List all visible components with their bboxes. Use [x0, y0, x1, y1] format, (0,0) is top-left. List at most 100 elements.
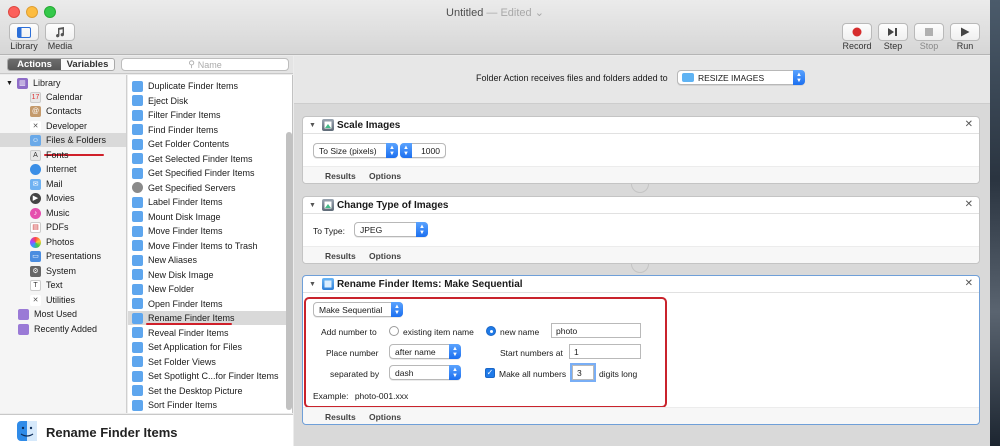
step-button[interactable] — [878, 23, 908, 41]
action-list-item[interactable]: Move Finder Items to Trash — [128, 239, 286, 253]
scale-mode-value: To Size (pixels) — [319, 145, 377, 156]
action-list-item[interactable]: Get Specified Finder Items — [128, 166, 286, 180]
sidebar-item-most-used[interactable]: Most Used — [18, 307, 77, 321]
results-button[interactable]: Results — [325, 412, 356, 422]
movies-icon: ▶ — [30, 192, 41, 204]
close-icon[interactable]: ✕ — [965, 119, 973, 130]
action-list-item[interactable]: Get Folder Contents — [128, 137, 286, 151]
action-list-label: Duplicate Finder Items — [148, 81, 239, 91]
search-input[interactable]: ⚲ Name — [121, 58, 289, 71]
action-header: ▼ Scale Images ✕ — [303, 117, 979, 134]
sidebar-item-contacts[interactable]: @ Contacts — [30, 104, 82, 118]
options-button[interactable]: Options — [369, 171, 401, 181]
action-list-item[interactable]: New Aliases — [128, 253, 286, 267]
chevron-updown-icon: ▲ ▼ — [386, 143, 398, 158]
library-button[interactable] — [9, 23, 39, 41]
disclosure-triangle-icon[interactable]: ▼ — [309, 202, 316, 209]
action-list-item[interactable]: Open Finder Items — [128, 297, 286, 311]
action-footer: Results Options — [303, 246, 979, 263]
action-list-item[interactable]: Find Finder Items — [128, 123, 286, 137]
disclosure-triangle-icon[interactable]: ▼ — [309, 122, 316, 129]
options-button[interactable]: Options — [369, 251, 401, 261]
disclosure-triangle-icon[interactable]: ▼ — [309, 281, 316, 288]
action-list-item[interactable]: Duplicate Finder Items — [128, 79, 286, 93]
finder-icon — [132, 283, 143, 295]
pdf-icon: ▤ — [30, 221, 41, 233]
actions-scrollbar[interactable] — [286, 132, 292, 410]
action-list-item[interactable]: Get Specified Servers — [128, 181, 286, 195]
action-list-label: Move Finder Items — [148, 226, 223, 236]
stop-button[interactable] — [914, 23, 944, 41]
chevron-down-icon[interactable]: ⌄ — [535, 7, 544, 19]
folder-popup[interactable]: RESIZE IMAGES ▲ ▼ — [677, 70, 805, 85]
action-list-label: Label Finder Items — [148, 197, 223, 207]
library-root[interactable]: ▼ ▥ Library — [6, 76, 60, 90]
tab-actions[interactable]: Actions — [8, 59, 61, 70]
action-list-item[interactable]: Set Folder Views — [128, 355, 286, 369]
action-list-item[interactable]: Label Finder Items — [128, 195, 286, 209]
sidebar-item-recently-added[interactable]: Recently Added — [18, 322, 97, 336]
media-button[interactable] — [45, 23, 75, 41]
options-button[interactable]: Options — [369, 412, 401, 422]
finder-icon: ☺ — [30, 134, 41, 146]
sidebar-item-files-folders[interactable]: ☺ Files & Folders — [0, 133, 126, 147]
close-icon[interactable]: ✕ — [965, 278, 973, 289]
edited-status[interactable]: — Edited — [486, 7, 531, 19]
finder-icon — [132, 269, 143, 280]
sidebar-item-text[interactable]: T Text — [30, 278, 63, 292]
sidebar-item-label: Calendar — [46, 92, 83, 102]
scale-size-field[interactable]: ▲ ▼ 1000 — [400, 143, 446, 158]
finder-icon — [321, 278, 334, 290]
results-button[interactable]: Results — [325, 251, 356, 261]
sidebar-item-label: Presentations — [46, 251, 102, 261]
action-list-item[interactable]: Set the Desktop Picture — [128, 384, 286, 398]
sidebar-item-presentations[interactable]: ▭ Presentations — [30, 249, 101, 263]
window-title-text: Untitled — [446, 7, 484, 19]
sidebar-item-internet[interactable]: Internet — [30, 162, 77, 176]
smart-folder-icon — [18, 308, 29, 320]
sidebar-item-calendar[interactable]: 17 Calendar — [30, 90, 83, 104]
finder-icon — [132, 341, 143, 353]
actions-variables-toggle: Actions Variables — [7, 58, 115, 71]
action-list-item[interactable]: Set Spotlight C...for Finder Items — [128, 369, 286, 383]
sidebar-item-mail[interactable]: ✉ Mail — [30, 177, 63, 191]
action-list-item[interactable]: Set Application for Files — [128, 340, 286, 354]
music-note-icon — [56, 27, 65, 38]
action-list-label: New Aliases — [148, 255, 198, 265]
action-list-label: Rename Finder Items — [148, 313, 235, 323]
close-icon[interactable]: ✕ — [965, 199, 973, 210]
action-list-item[interactable]: Mount Disk Image — [128, 210, 286, 224]
sidebar-item-photos[interactable]: Photos — [30, 235, 74, 249]
run-button[interactable] — [950, 23, 980, 41]
sidebar-item-music[interactable]: ♪ Music — [30, 206, 70, 220]
sidebar-item-label: System — [46, 266, 77, 276]
scale-size-value: 1000 — [421, 145, 440, 156]
sidebar-item-movies[interactable]: ▶ Movies — [30, 191, 75, 205]
action-list-item[interactable]: Get Selected Finder Items — [128, 152, 286, 166]
sidebar-item-developer[interactable]: ✕ Developer — [30, 119, 87, 133]
sidebar-item-label: Text — [46, 280, 63, 290]
finder-icon — [132, 327, 143, 338]
action-list-item[interactable]: New Disk Image — [128, 268, 286, 282]
action-list-item[interactable]: Move Finder Items — [128, 224, 286, 238]
action-list-item[interactable]: Eject Disk — [128, 94, 286, 108]
tab-variables[interactable]: Variables — [61, 59, 114, 70]
finder-icon — [132, 240, 143, 251]
action-list-item[interactable]: Reveal Finder Items — [128, 326, 286, 340]
action-list-item[interactable]: Sort Finder Items — [128, 398, 286, 412]
sidebar-item-pdfs[interactable]: ▤ PDFs — [30, 220, 69, 234]
sidebar-item-system[interactable]: ⚙ System — [30, 264, 76, 278]
results-button[interactable]: Results — [325, 171, 356, 181]
scale-mode-popup[interactable]: To Size (pixels) ▲ ▼ — [313, 143, 398, 158]
sidebar-item-utilities[interactable]: ✕ Utilities — [30, 293, 75, 307]
sidebar-item-fonts[interactable]: A Fonts — [30, 148, 69, 162]
action-list-label: Set Folder Views — [148, 356, 216, 367]
image-type-popup[interactable]: JPEG ▲ ▼ — [354, 222, 428, 237]
sidebar-item-label: Mail — [46, 179, 63, 189]
action-list-item[interactable]: Filter Finder Items — [128, 108, 286, 122]
record-button[interactable] — [842, 23, 872, 41]
action-list-label: Open Finder Items — [148, 298, 223, 309]
media-button-label: Media — [47, 41, 73, 51]
action-list-label: Set Spotlight C...for Finder Items — [148, 371, 279, 381]
action-list-item[interactable]: New Folder — [128, 282, 286, 296]
